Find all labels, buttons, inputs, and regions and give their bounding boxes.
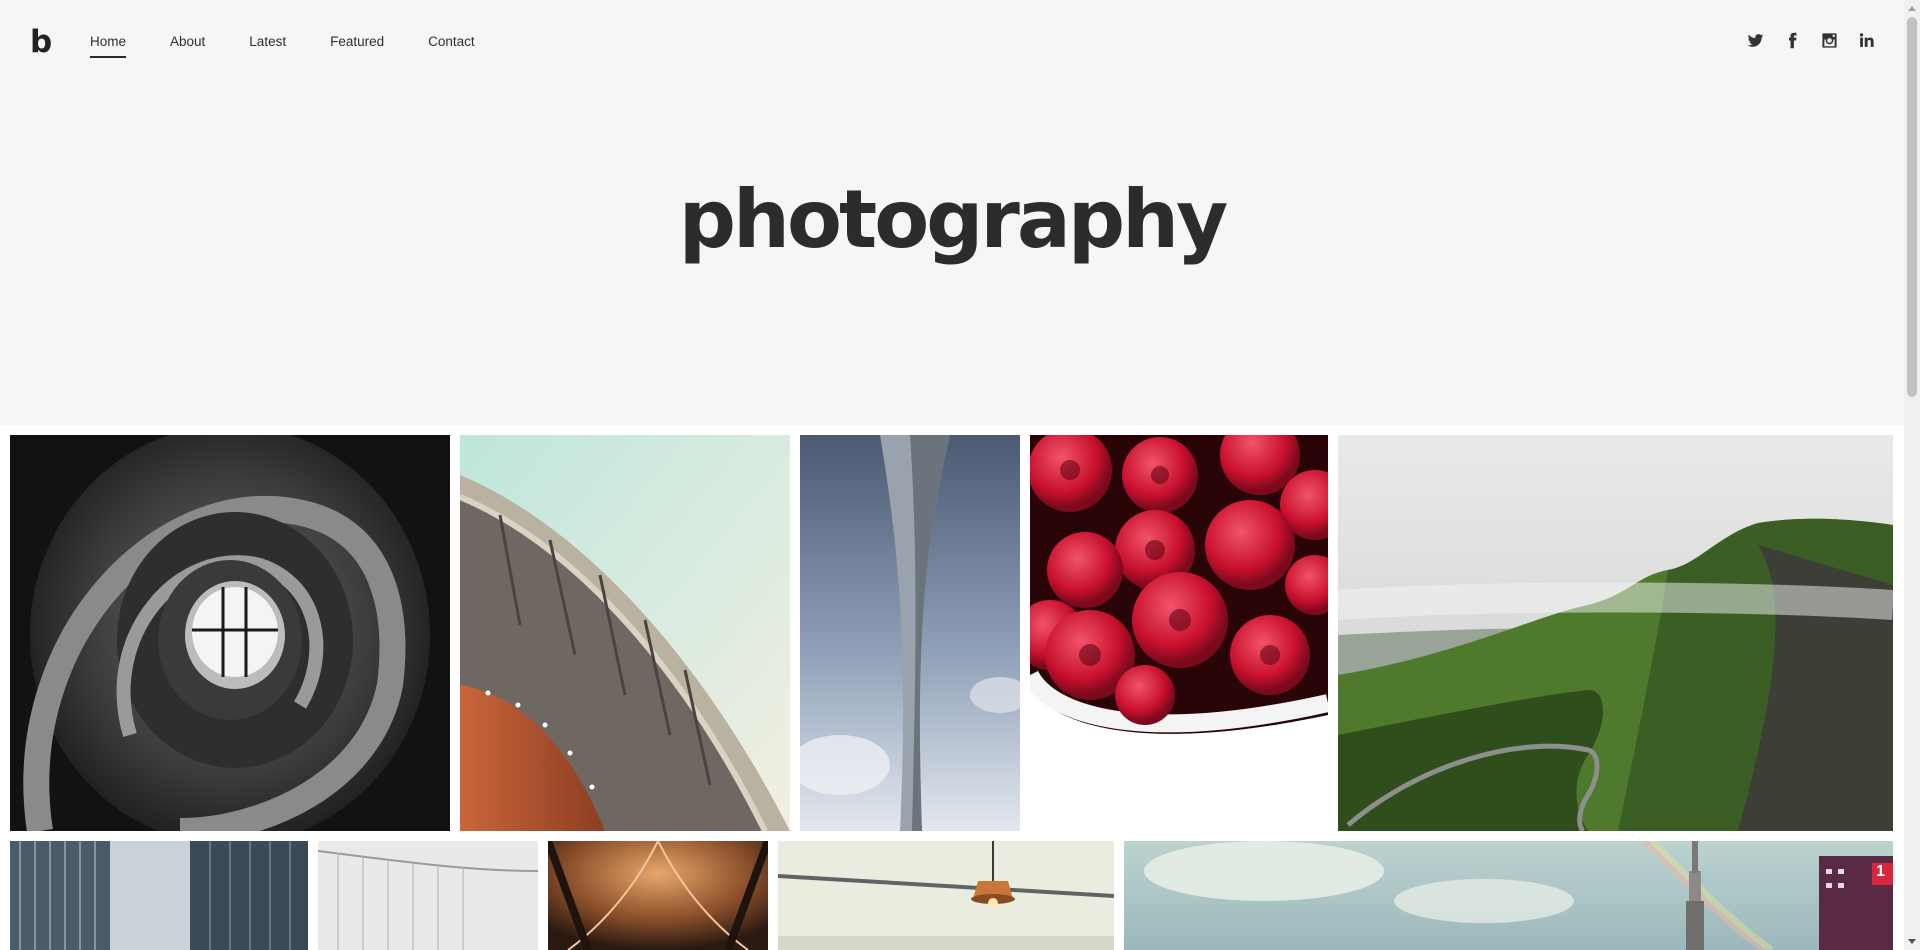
social-links bbox=[1746, 31, 1876, 50]
linkedin-icon[interactable] bbox=[1857, 31, 1876, 50]
arched-ceiling-photo[interactable] bbox=[548, 841, 768, 950]
nav-item-featured[interactable]: Featured bbox=[330, 32, 384, 58]
page-title: photography bbox=[678, 173, 1228, 266]
green-mountains-photo[interactable] bbox=[1338, 435, 1893, 831]
main-nav: Home About Latest Featured Contact bbox=[90, 32, 475, 58]
logo[interactable]: b bbox=[30, 24, 52, 60]
city-rainbow-photo[interactable]: 1 bbox=[1124, 841, 1893, 950]
raspberries-photo[interactable] bbox=[1030, 435, 1328, 831]
scroll-up-arrow-icon[interactable] bbox=[1904, 0, 1920, 16]
page-scrollbar[interactable] bbox=[1904, 0, 1920, 950]
spiral-staircase-photo[interactable] bbox=[10, 435, 450, 831]
hero-header: b Home About Latest Featured Contact pho… bbox=[0, 0, 1904, 425]
nav-item-home[interactable]: Home bbox=[90, 32, 127, 58]
scrollbar-thumb[interactable] bbox=[1907, 17, 1917, 397]
nav-item-latest[interactable]: Latest bbox=[249, 32, 286, 58]
tall-tower-photo[interactable] bbox=[800, 435, 1020, 831]
building-sign-number: 1 bbox=[1876, 863, 1885, 880]
nav-item-about[interactable]: About bbox=[170, 32, 205, 58]
page: b Home About Latest Featured Contact pho… bbox=[0, 0, 1904, 950]
pendant-lamp-photo[interactable] bbox=[778, 841, 1114, 950]
nav-item-contact[interactable]: Contact bbox=[428, 32, 475, 58]
twitter-icon[interactable] bbox=[1746, 31, 1765, 50]
instagram-icon[interactable] bbox=[1820, 31, 1839, 50]
curved-building-photo[interactable] bbox=[460, 435, 790, 831]
scroll-down-arrow-icon[interactable] bbox=[1904, 934, 1920, 950]
skyscrapers-photo[interactable] bbox=[10, 841, 308, 950]
bridge-fog-photo[interactable] bbox=[318, 841, 538, 950]
facebook-icon[interactable] bbox=[1783, 31, 1802, 50]
